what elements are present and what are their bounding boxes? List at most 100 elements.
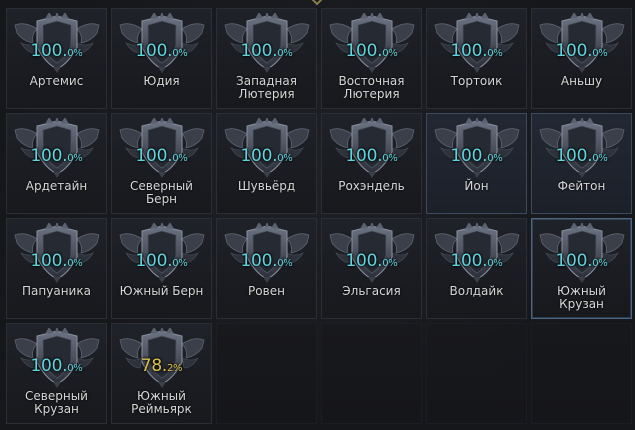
continent-grid: 100.0% Артемис 100.0% Юдия 100.0% Западн…: [6, 8, 632, 424]
completion-percent-main: 100.: [240, 251, 278, 271]
continent-tile[interactable]: 100.0% Аньшу: [531, 8, 632, 109]
empty-slot: [426, 323, 527, 424]
continent-name: Аньшу: [560, 74, 603, 88]
completion-percent-main: 100.: [555, 251, 593, 271]
continent-name: Тортоик: [450, 74, 503, 88]
completion-percent: 100.0%: [322, 146, 421, 166]
continent-tile[interactable]: 100.0% Шувьёрд: [216, 113, 317, 214]
continent-name: Восточная Лютерия: [338, 74, 405, 101]
completion-percent-main: 100.: [135, 251, 173, 271]
continent-tile[interactable]: 100.0% Волдайк: [426, 218, 527, 319]
continent-tile[interactable]: 100.0% Юдия: [111, 8, 212, 109]
completion-percent: 100.0%: [427, 146, 526, 166]
empty-slot: [216, 323, 317, 424]
continent-tile[interactable]: 100.0% Южный Крузан: [531, 218, 632, 319]
continent-tile[interactable]: 100.0% Восточная Лютерия: [321, 8, 422, 109]
completion-percent-main: 78.: [140, 356, 167, 376]
continent-tile[interactable]: 78.2% Южный Реймьярк: [111, 323, 212, 424]
completion-percent: 100.0%: [217, 41, 316, 61]
completion-percent-main: 100.: [345, 146, 383, 166]
completion-percent-fraction: 0%: [592, 258, 608, 269]
completion-percent-main: 100.: [450, 146, 488, 166]
completion-percent-fraction: 0%: [382, 258, 398, 269]
completion-percent-fraction: 0%: [67, 258, 83, 269]
continent-name: Ардетайн: [25, 179, 88, 193]
continent-tile[interactable]: 100.0% Ровен: [216, 218, 317, 319]
completion-percent: 100.0%: [112, 146, 211, 166]
completion-percent: 100.0%: [7, 41, 106, 61]
completion-percent-fraction: 0%: [277, 153, 293, 164]
continent-name: Артемис: [29, 74, 84, 88]
continent-name: Йон: [464, 179, 489, 193]
continent-name: Эльгасия: [342, 284, 401, 298]
empty-slot: [321, 323, 422, 424]
completion-percent-main: 100.: [345, 251, 383, 271]
continent-name: Папуаника: [22, 284, 91, 298]
continent-name: Ровен: [248, 284, 285, 298]
continent-name: Юдия: [143, 74, 180, 88]
continent-tile[interactable]: 100.0% Западная Лютерия: [216, 8, 317, 109]
completion-percent: 100.0%: [532, 251, 631, 271]
completion-percent-fraction: 0%: [172, 258, 188, 269]
completion-percent-main: 100.: [555, 146, 593, 166]
completion-percent-main: 100.: [450, 251, 488, 271]
completion-percent-fraction: 2%: [166, 363, 183, 374]
completion-percent-fraction: 0%: [67, 363, 83, 374]
completion-percent-fraction: 0%: [487, 48, 503, 59]
empty-slot: [531, 323, 632, 424]
continent-tile[interactable]: 100.0% Артемис: [6, 8, 107, 109]
top-ornament-icon: [311, 0, 323, 6]
continent-tile[interactable]: 100.0% Папуаника: [6, 218, 107, 319]
continent-tile[interactable]: 100.0% Фейтон: [531, 113, 632, 214]
completion-percent-main: 100.: [135, 146, 173, 166]
completion-percent: 100.0%: [532, 41, 631, 61]
continent-name: Южный Крузан: [557, 284, 606, 311]
continent-tile[interactable]: 100.0% Тортоик: [426, 8, 527, 109]
completion-percent: 100.0%: [112, 41, 211, 61]
continent-tile[interactable]: 100.0% Рохэндель: [321, 113, 422, 214]
completion-percent-fraction: 0%: [487, 153, 503, 164]
continent-tile[interactable]: 100.0% Северный Берн: [111, 113, 212, 214]
completion-percent: 100.0%: [7, 146, 106, 166]
completion-percent-fraction: 0%: [67, 153, 83, 164]
completion-percent-fraction: 0%: [172, 153, 188, 164]
completion-percent-main: 100.: [345, 41, 383, 61]
continent-tile[interactable]: 100.0% Эльгасия: [321, 218, 422, 319]
completion-percent-main: 100.: [135, 41, 173, 61]
completion-percent-main: 100.: [240, 146, 278, 166]
completion-percent: 100.0%: [217, 251, 316, 271]
continent-name: Западная Лютерия: [236, 74, 297, 101]
continent-tile[interactable]: 100.0% Ардетайн: [6, 113, 107, 214]
completion-percent-fraction: 0%: [172, 48, 188, 59]
continent-tile[interactable]: 100.0% Северный Крузан: [6, 323, 107, 424]
completion-percent-main: 100.: [30, 41, 68, 61]
continent-name: Рохэндель: [338, 179, 405, 193]
completion-percent-fraction: 0%: [382, 48, 398, 59]
continent-name: Южный Реймьярк: [131, 389, 192, 416]
completion-percent: 100.0%: [322, 41, 421, 61]
completion-percent: 100.0%: [532, 146, 631, 166]
completion-percent-fraction: 0%: [67, 48, 83, 59]
completion-percent-fraction: 0%: [382, 153, 398, 164]
completion-percent-fraction: 0%: [277, 258, 293, 269]
completion-percent-main: 100.: [30, 251, 68, 271]
continent-name: Волдайк: [449, 284, 504, 298]
completion-percent: 100.0%: [217, 146, 316, 166]
completion-percent: 100.0%: [112, 251, 211, 271]
continent-name: Северный Крузан: [25, 389, 88, 416]
continent-tile[interactable]: 100.0% Южный Берн: [111, 218, 212, 319]
completion-percent-main: 100.: [450, 41, 488, 61]
completion-percent: 100.0%: [427, 41, 526, 61]
completion-percent: 100.0%: [7, 251, 106, 271]
continent-name: Фейтон: [557, 179, 606, 193]
completion-percent: 100.0%: [427, 251, 526, 271]
continent-name: Южный Берн: [119, 284, 204, 298]
completion-percent-fraction: 0%: [277, 48, 293, 59]
continent-name: Северный Берн: [130, 179, 193, 206]
completion-percent-main: 100.: [30, 146, 68, 166]
continent-tile[interactable]: 100.0% Йон: [426, 113, 527, 214]
completion-percent: 78.2%: [112, 356, 211, 376]
completion-percent-fraction: 0%: [592, 153, 608, 164]
completion-percent-main: 100.: [555, 41, 593, 61]
completion-percent-main: 100.: [30, 356, 68, 376]
